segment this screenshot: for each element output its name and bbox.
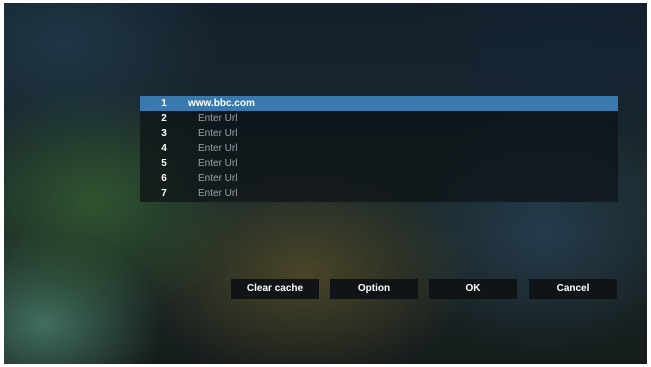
- clear-cache-button[interactable]: Clear cache: [231, 279, 319, 299]
- url-row-placeholder: Enter Url: [198, 128, 238, 139]
- url-list: 1 www.bbc.com 2 Enter Url 3 Enter Url 4 …: [140, 96, 618, 202]
- option-button[interactable]: Option: [330, 279, 418, 299]
- url-row-number: 1: [161, 98, 167, 109]
- url-row-number: 6: [161, 173, 167, 184]
- url-row-5[interactable]: 5 Enter Url: [140, 156, 618, 171]
- url-row-number: 2: [161, 113, 167, 124]
- ok-button[interactable]: OK: [429, 279, 517, 299]
- url-row-3[interactable]: 3 Enter Url: [140, 126, 618, 141]
- url-row-7[interactable]: 7 Enter Url: [140, 186, 618, 201]
- url-row-number: 4: [161, 143, 167, 154]
- url-row-4[interactable]: 4 Enter Url: [140, 141, 618, 156]
- url-row-placeholder: Enter Url: [198, 113, 238, 124]
- url-row-6[interactable]: 6 Enter Url: [140, 171, 618, 186]
- url-row-text: www.bbc.com: [188, 98, 255, 109]
- cancel-button[interactable]: Cancel: [529, 279, 617, 299]
- url-row-number: 5: [161, 158, 167, 169]
- url-row-placeholder: Enter Url: [198, 173, 238, 184]
- url-row-number: 7: [161, 188, 167, 199]
- url-row-1[interactable]: 1 www.bbc.com: [140, 96, 618, 111]
- url-row-placeholder: Enter Url: [198, 143, 238, 154]
- url-row-placeholder: Enter Url: [198, 188, 238, 199]
- url-row-placeholder: Enter Url: [198, 158, 238, 169]
- url-row-number: 3: [161, 128, 167, 139]
- url-row-2[interactable]: 2 Enter Url: [140, 111, 618, 126]
- screen-background: 1 www.bbc.com 2 Enter Url 3 Enter Url 4 …: [4, 3, 647, 364]
